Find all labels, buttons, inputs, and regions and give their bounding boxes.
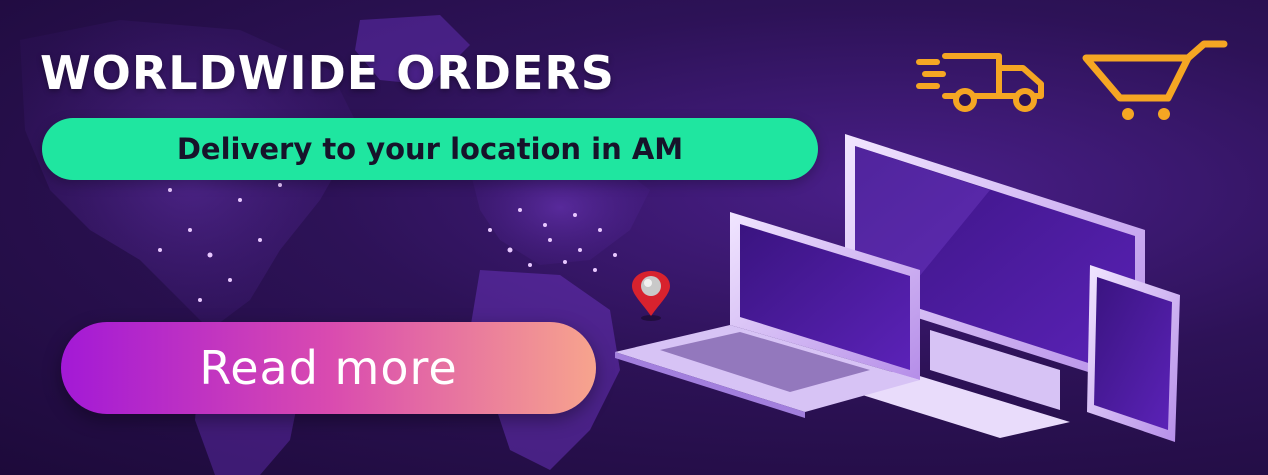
read-more-label: Read more [199, 341, 458, 395]
delivery-truck-icon [916, 53, 1044, 112]
read-more-button[interactable]: Read more [61, 322, 596, 414]
banner-headline: WORLDWIDE ORDERS [40, 46, 615, 100]
promo-banner: WORLDWIDE ORDERS Delivery to your locati… [0, 0, 1268, 475]
devices-illustration [615, 134, 1180, 442]
tablet [1087, 265, 1180, 442]
shopping-cart-icon [1082, 40, 1228, 120]
